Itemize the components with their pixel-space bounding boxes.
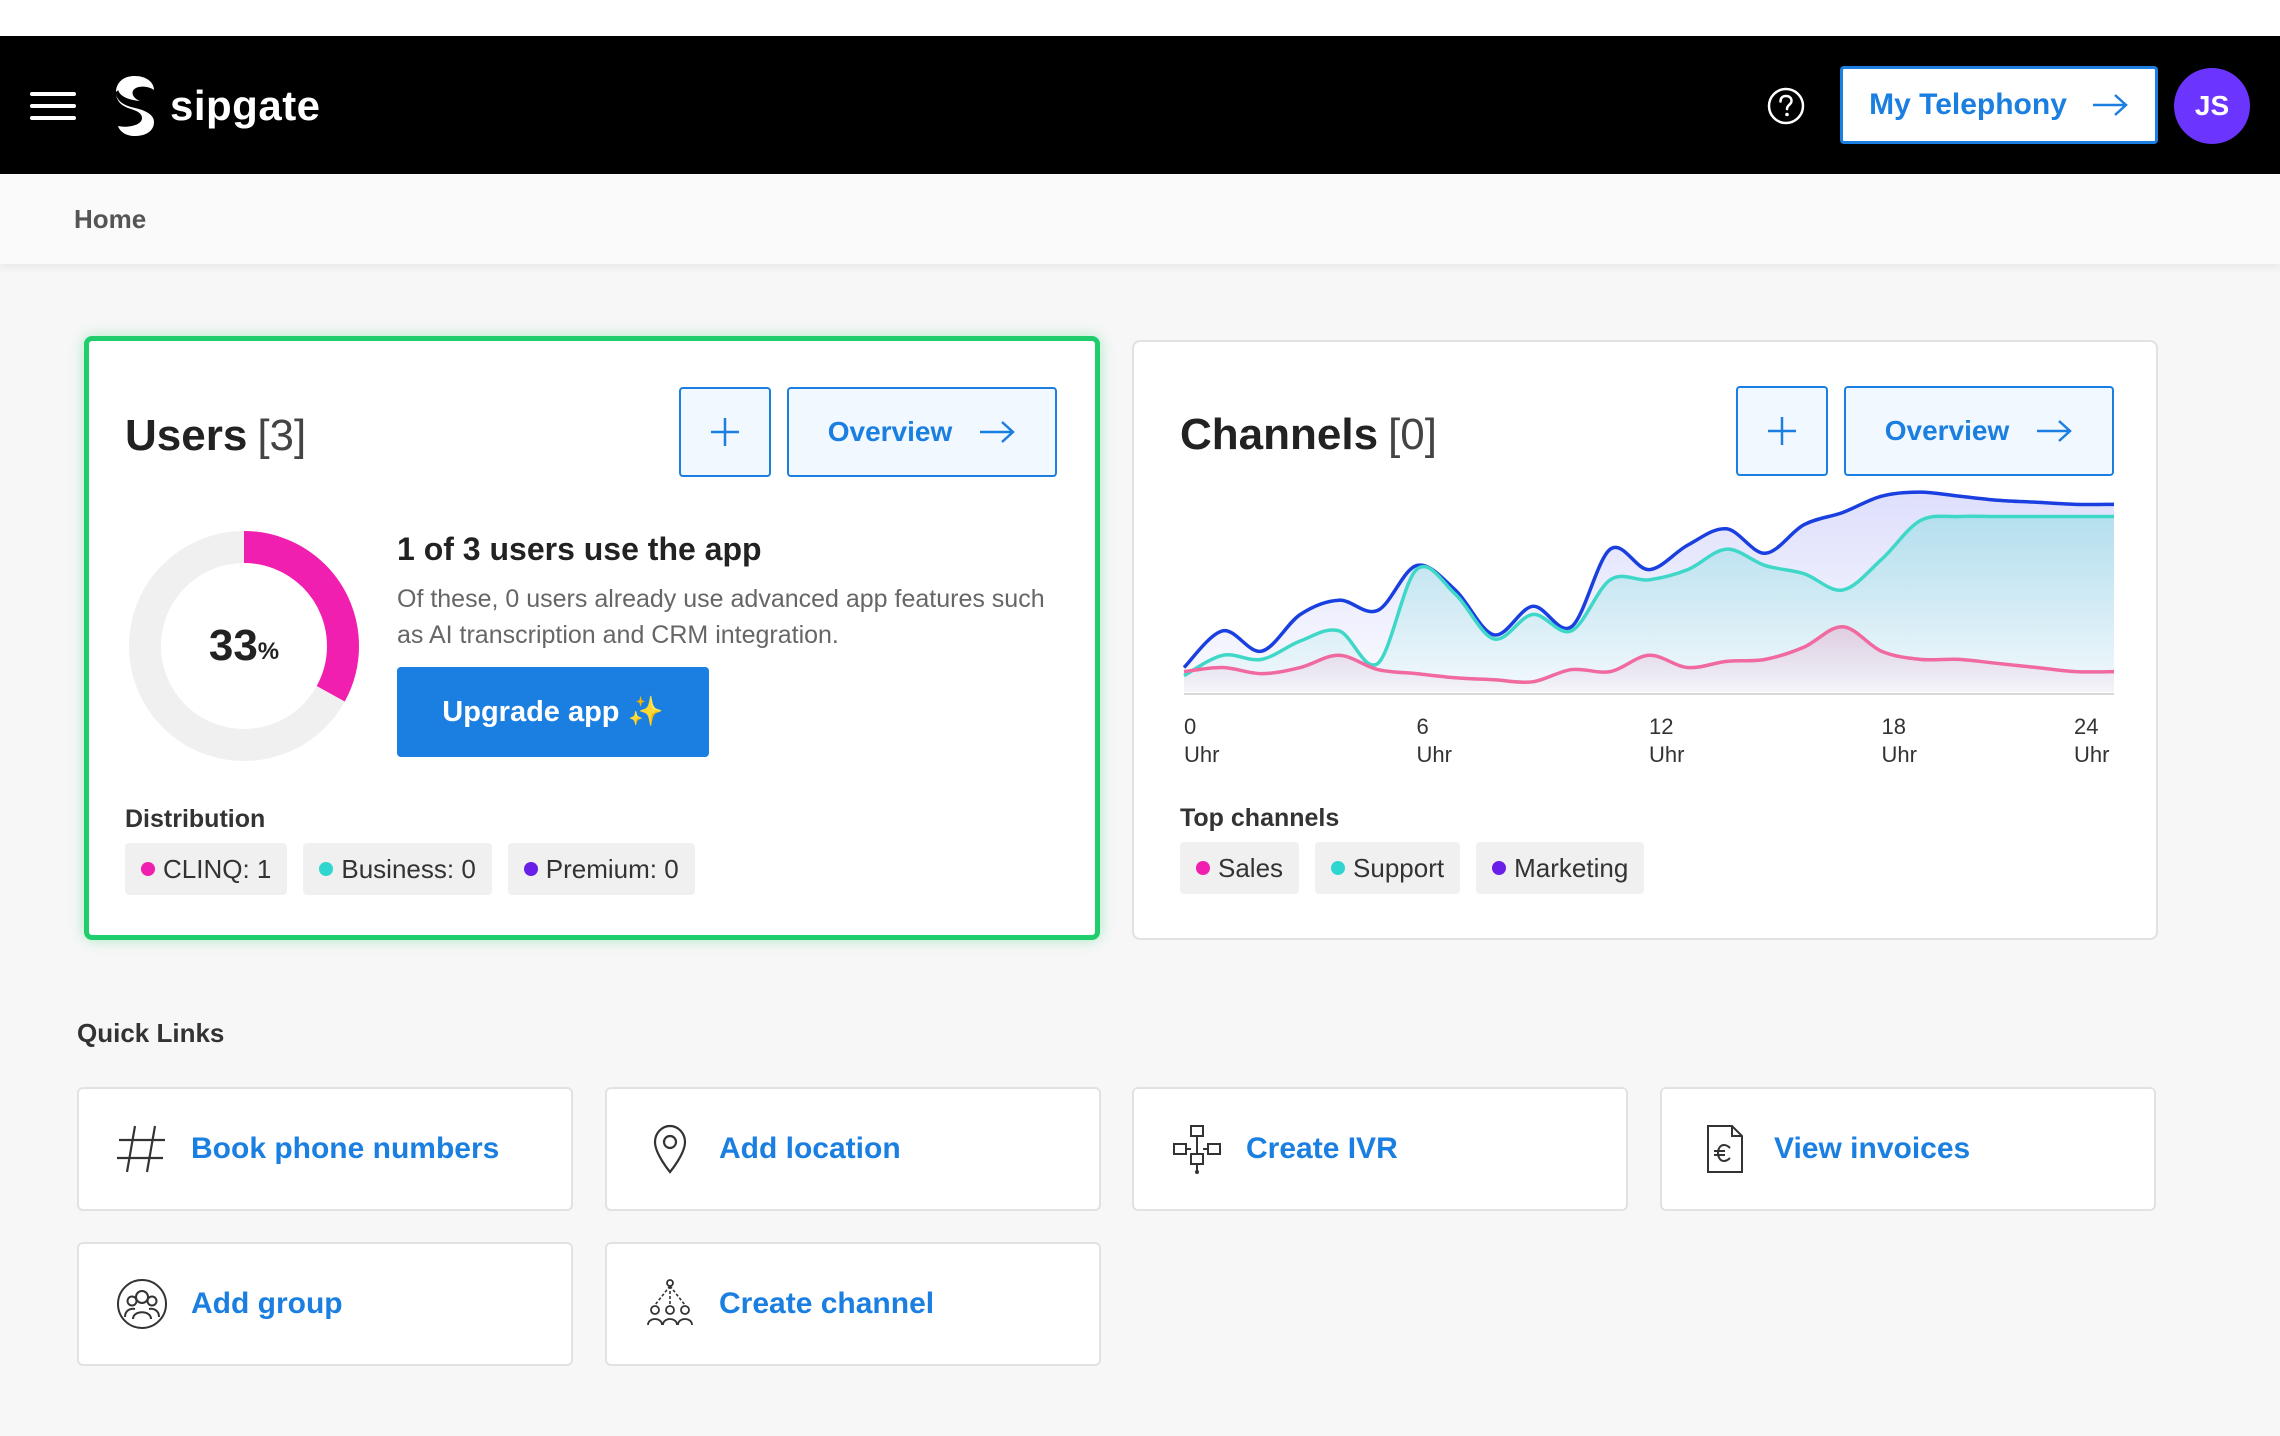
sipgate-logo[interactable]: sipgate [112, 74, 321, 138]
channels-overview-label: Overview [1884, 415, 2010, 446]
breadcrumb-bar: Home [0, 174, 2280, 264]
users-overview-button[interactable]: Overview [787, 387, 1057, 477]
plus-icon [711, 418, 739, 446]
app-header: sipgate My Telephony JS [0, 36, 2280, 174]
users-title: Users [3] [125, 411, 306, 461]
users-card: Users [3] Overview 33% 1 of 3 users use t… [84, 336, 1100, 940]
quick-link-label: View invoices [1774, 1132, 1971, 1165]
donut-percent: 33% [129, 531, 359, 761]
chip-label: Marketing [1514, 852, 1629, 883]
support-dot-icon [1331, 861, 1346, 875]
arrow-right-icon [2092, 94, 2128, 116]
invoice-euro-icon [1707, 1125, 1743, 1173]
chip-label: Premium: 0 [545, 853, 679, 884]
users-overview-label: Overview [827, 416, 953, 447]
channel-chip-support[interactable]: Support [1315, 842, 1461, 894]
help-icon[interactable] [1766, 86, 1806, 126]
upgrade-app-button[interactable]: Upgrade app ✨ [397, 667, 709, 757]
app-usage-title: 1 of 3 users use the app [397, 531, 762, 567]
breadcrumb-home[interactable]: Home [74, 204, 146, 235]
ivr-flow-icon [1173, 1125, 1221, 1174]
chip-label: Support [1353, 852, 1445, 883]
quick-link-label: Add location [719, 1132, 901, 1165]
logo-text: sipgate [170, 82, 321, 129]
x-tick-label-2: 12 [1649, 714, 1673, 739]
top-channels-chips: Sales Support Marketing [1180, 842, 1645, 894]
arrow-right-icon [980, 421, 1016, 443]
hamburger-menu-icon[interactable] [28, 88, 78, 124]
sales-dot-icon [1196, 861, 1210, 875]
chip-label: Business: 0 [341, 853, 476, 884]
channels-title-text: Channels [1180, 410, 1379, 459]
hash-icon [117, 1125, 165, 1173]
my-telephony-button[interactable]: My Telephony [1840, 66, 2158, 144]
x-tick-label-0: 0 [1184, 714, 1196, 739]
my-telephony-label: My Telephony [1869, 88, 2067, 121]
donut-percent-unit: % [257, 638, 280, 665]
distribution-chip-business: Business: 0 [303, 843, 492, 895]
channel-people-icon [647, 1279, 693, 1326]
quick-link-view-invoices[interactable]: View invoices [1660, 1087, 2156, 1211]
chip-label: Sales [1218, 852, 1284, 883]
channels-overview-button[interactable]: Overview [1844, 386, 2114, 476]
channel-chip-marketing[interactable]: Marketing [1476, 842, 1645, 894]
distribution-chip-premium: Premium: 0 [507, 843, 695, 895]
quick-link-label: Book phone numbers [191, 1132, 500, 1165]
add-user-button[interactable] [679, 387, 771, 477]
distribution-label: Distribution [125, 805, 266, 833]
users-title-text: Users [125, 411, 248, 460]
channels-count: [0] [1388, 410, 1437, 459]
user-avatar[interactable]: JS [2174, 68, 2250, 144]
quick-links-title: Quick Links [77, 1018, 225, 1048]
x-tick-unit-4: Uhr [2074, 742, 2109, 767]
channels-title: Channels [0] [1180, 410, 1437, 460]
arrow-right-icon [2037, 420, 2073, 442]
add-channel-button[interactable] [1736, 386, 1828, 476]
quick-link-label: Create IVR [1246, 1132, 1398, 1165]
top-channels-label: Top channels [1180, 804, 1340, 832]
x-tick-label-3: 18 [1882, 714, 1906, 739]
quick-link-book-phone-numbers[interactable]: Book phone numbers [77, 1087, 573, 1211]
premium-dot-icon [523, 862, 538, 876]
sipgate-logo-icon [116, 76, 154, 136]
quick-link-create-ivr[interactable]: Create IVR [1132, 1087, 1628, 1211]
quick-link-label: Create channel [719, 1287, 935, 1320]
quick-link-add-location[interactable]: Add location [605, 1087, 1101, 1211]
distribution-chips: CLINQ: 1 Business: 0 Premium: 0 [125, 843, 695, 895]
x-tick-unit-0: Uhr [1184, 742, 1219, 767]
location-pin-icon [653, 1124, 687, 1174]
x-tick-unit-3: Uhr [1882, 742, 1917, 767]
channel-chip-sales[interactable]: Sales [1180, 842, 1300, 894]
chip-label: CLINQ: 1 [163, 853, 272, 884]
marketing-dot-icon [1492, 861, 1507, 875]
donut-percent-value: 33 [208, 621, 258, 670]
x-tick-label-4: 24 [2074, 714, 2098, 739]
business-dot-icon [319, 862, 334, 876]
top-strip [0, 0, 2280, 36]
app-usage-description: Of these, 0 users already use advanced a… [397, 585, 1045, 649]
quick-link-label: Add group [191, 1287, 343, 1320]
channel-activity-chart: 0 Uhr 6 Uhr 12 Uhr 18 Uhr 24 Uhr [1182, 490, 2115, 767]
group-icon [117, 1279, 167, 1329]
plus-icon [1768, 417, 1796, 445]
users-count: [3] [257, 411, 307, 460]
x-tick-unit-2: Uhr [1649, 742, 1684, 767]
quick-link-add-group[interactable]: Add group [77, 1242, 573, 1366]
x-tick-unit-1: Uhr [1417, 742, 1452, 767]
distribution-chip-clinq: CLINQ: 1 [125, 843, 288, 895]
quick-link-create-channel[interactable]: Create channel [605, 1242, 1101, 1366]
channels-card: Channels [0] Overview 0 Uhr 6 Uhr 12 Uhr 18 Uhr 2… [1132, 340, 2158, 940]
x-tick-label-1: 6 [1417, 714, 1429, 739]
clinq-dot-icon [141, 862, 155, 876]
